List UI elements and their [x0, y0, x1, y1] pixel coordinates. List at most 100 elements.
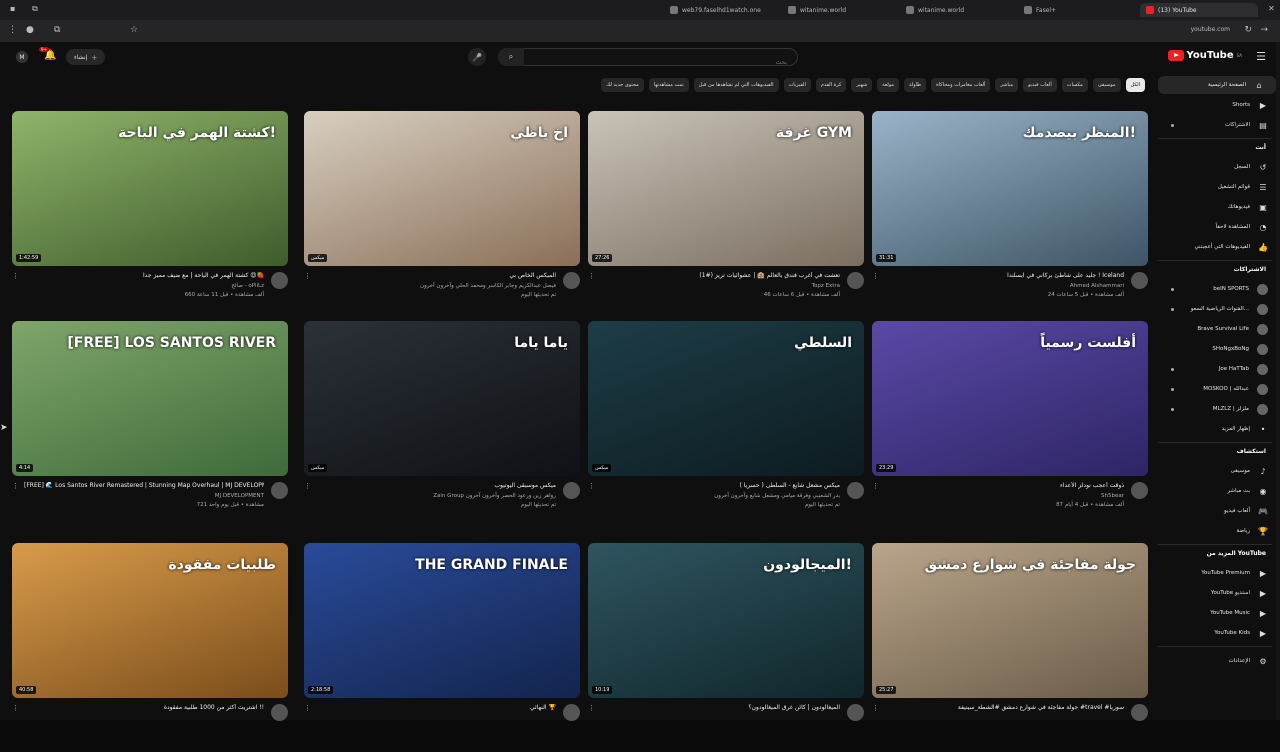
video-card[interactable]: طلبيات مفقودة 40:58 اشتريت أكثر من 1000 طل…: [12, 543, 288, 752]
more-actions-icon[interactable]: ⋮: [588, 704, 595, 712]
video-thumbnail[interactable]: طلبيات مفقودة 40:58: [12, 543, 288, 698]
video-card[interactable]: جولة مفاجئة في شوارع دمشق 25:27 جولة مفاجئ…: [872, 543, 1148, 752]
video-title[interactable]: ذوقت أعجب نودلز الأعداء: [884, 482, 1124, 489]
channel-name[interactable]: Ahmed Alshammari: [1070, 283, 1124, 289]
more-actions-icon[interactable]: ⋮: [304, 482, 311, 490]
more-actions-icon[interactable]: ⋮: [588, 482, 595, 490]
channel-name[interactable]: MJ DEVELOPMENT: [215, 493, 264, 499]
sidebar-item[interactable]: YouTube استديو ▶: [1155, 584, 1280, 602]
sidebar-item[interactable]: موسيقى ♪: [1155, 462, 1280, 480]
sidebar-item[interactable]: الصفحة الرئيسية ⌂: [1158, 76, 1276, 94]
sidebar-item[interactable]: YouTube Kids ▶: [1155, 624, 1280, 642]
tab-witanime-1[interactable]: witanime.world: [782, 3, 892, 17]
extensions-icon[interactable]: ⧉: [54, 25, 60, 35]
video-title[interactable]: ميكس مشعل شايع - السلطى ( حسرياً ): [600, 482, 840, 489]
more-actions-icon[interactable]: ⋮: [12, 704, 19, 712]
channel-avatar[interactable]: [1131, 482, 1148, 499]
video-card[interactable]: THE GRAND FINALE 2:18:58 النهائي 🏆 ⋮: [304, 543, 580, 752]
video-thumbnail[interactable]: ياما ياما ميكس: [304, 321, 580, 476]
channel-avatar[interactable]: [847, 482, 864, 499]
channel-avatar[interactable]: [563, 704, 580, 721]
video-title[interactable]: الميغالودون | كائن غرق الميغالودون؟: [600, 704, 840, 711]
video-thumbnail[interactable]: جولة مفاجئة في شوارع دمشق 25:27: [872, 543, 1148, 698]
video-card[interactable]: المنظر بيصدمك! 31:31 جليد على شاطئ بركاني …: [872, 111, 1148, 320]
guide-menu-icon[interactable]: ☰: [1256, 50, 1266, 63]
channel-name[interactable]: بدر الشعيبي وفرقة ميامي ومشعل شايع وآخرو…: [714, 493, 840, 499]
sidebar-item[interactable]: المشاهدة لاحقاً ◔: [1155, 218, 1280, 236]
channel-name[interactable]: Sh5bear: [1101, 493, 1124, 499]
sidebar-item[interactable]: MLZLZ | ملزلز: [1155, 400, 1280, 418]
sidebar-section-heading[interactable]: المزيد من YouTube: [1207, 550, 1266, 557]
filter-chip[interactable]: ألعاب مغامرات ومحاكاة: [931, 78, 991, 92]
video-card[interactable]: الميجالودون! 10:19 الميغالودون | كائن غرق …: [588, 543, 864, 752]
filter-chip[interactable]: موسيقى: [1092, 78, 1121, 92]
sidebar-item[interactable]: بث مباشر ◉: [1155, 482, 1280, 500]
video-title[interactable]: الميكس الخاص بي: [316, 272, 556, 279]
filter-chip[interactable]: شهير: [851, 78, 873, 92]
filter-chip[interactable]: كرة القدم: [815, 78, 847, 92]
channel-avatar[interactable]: [847, 272, 864, 289]
profile-icon[interactable]: ●: [26, 25, 34, 35]
video-title[interactable]: ميكس موسيقى اليوتيوب: [316, 482, 556, 489]
sidebar-section-heading[interactable]: الاشتراكات: [1234, 266, 1266, 273]
voice-search-mic-icon[interactable]: 🎤: [468, 48, 486, 66]
video-card[interactable]: اخ ياظي ميكس الميكس الخاص بي فيصل عبدالكريم…: [304, 111, 580, 320]
channel-avatar[interactable]: [563, 272, 580, 289]
video-title[interactable]: جولة مفاجئة في شوارع دمشق #الشطة_سينيفة …: [884, 704, 1124, 711]
more-actions-icon[interactable]: ⋮: [872, 704, 879, 712]
more-actions-icon[interactable]: ⋮: [12, 272, 19, 280]
close-window-icon[interactable]: ✕: [1268, 4, 1275, 13]
sidebar-section-heading[interactable]: أنت: [1255, 144, 1266, 151]
video-title[interactable]: النهائي 🏆: [316, 704, 556, 711]
filter-chip[interactable]: مكسات: [1061, 78, 1088, 92]
video-card[interactable]: ياما ياما ميكس ميكس موسيقى اليوتيوب Zain Gr…: [304, 321, 580, 530]
filter-chip[interactable]: الكل: [1125, 78, 1145, 92]
tab-faselhd[interactable]: web79.faselhd1watch.one: [664, 3, 774, 17]
filter-chip[interactable]: تمت مشاهدتها: [648, 78, 689, 92]
channel-name[interactable]: Zain Group رواهر زين ورعود الحصر وآخرون …: [433, 493, 556, 499]
sidebar-item[interactable]: الاشتراكات ▤: [1155, 116, 1280, 134]
tab-witanime-2[interactable]: witanime.world: [900, 3, 1010, 17]
filter-chip[interactable]: طاولة: [904, 78, 927, 92]
sidebar-item[interactable]: القنوات الرياضية السعو...: [1155, 300, 1280, 318]
more-actions-icon[interactable]: ⋮: [872, 482, 879, 490]
video-title[interactable]: كشتة الهمر في الباحة | مع ضيف مميز جداً …: [24, 272, 264, 279]
channel-avatar[interactable]: [1131, 272, 1148, 289]
video-thumbnail[interactable]: THE GRAND FINALE 2:18:58: [304, 543, 580, 698]
bookmark-star-icon[interactable]: ☆: [130, 25, 138, 35]
channel-name[interactable]: صالح - oPiiLz: [231, 283, 264, 289]
video-card[interactable]: أفلست رسمياً 23:29 ذوقت أعجب نودلز الأعداء…: [872, 321, 1148, 530]
tab-fasel[interactable]: Fasel+: [1018, 3, 1128, 17]
more-actions-icon[interactable]: ⋮: [304, 704, 311, 712]
sidebar-item[interactable]: السجل ↺: [1155, 158, 1280, 176]
sidebar-item[interactable]: الإعدادات ⚙: [1155, 652, 1280, 670]
sidebar-item[interactable]: ألعاب فيديو 🎮: [1155, 502, 1280, 520]
tab-search-icon[interactable]: ⧉: [32, 4, 38, 14]
sidebar-section-heading[interactable]: استكشاف: [1237, 448, 1266, 455]
channel-avatar[interactable]: [563, 482, 580, 499]
channel-name[interactable]: Topz Extra: [812, 283, 840, 289]
sidebar-item[interactable]: beIN SPORTS: [1155, 280, 1280, 298]
notifications-bell-icon[interactable]: 🔔 9+: [39, 47, 56, 61]
more-actions-icon[interactable]: ⋮: [872, 272, 879, 280]
sidebar-item[interactable]: Shorts ▶: [1155, 96, 1280, 114]
sidebar-item[interactable]: قوائم التشغيل ☰: [1155, 178, 1280, 196]
video-thumbnail[interactable]: المنظر بيصدمك! 31:31: [872, 111, 1148, 266]
filter-chip[interactable]: ألعاب فيديو: [1023, 78, 1057, 92]
video-thumbnail[interactable]: الميجالودون! 10:19: [588, 543, 864, 698]
video-thumbnail[interactable]: كشتة الهمر في الباحة! 1:42:59: [12, 111, 288, 266]
video-title[interactable]: جليد على شاطئ بركاني في آيسلندا ! Icelan…: [884, 272, 1124, 279]
more-actions-icon[interactable]: ⋮: [12, 482, 19, 490]
channel-name[interactable]: فيصل عبدالكريم وجابر الكاسر ومحمد الحلي …: [420, 283, 556, 289]
video-card[interactable]: كشتة الهمر في الباحة! 1:42:59 كشتة الهمر ف…: [12, 111, 288, 320]
page-scrollbar[interactable]: [1276, 42, 1280, 720]
filter-chip[interactable]: مباشر: [995, 78, 1019, 92]
search-icon[interactable]: ⌕: [498, 48, 524, 66]
sidebar-item[interactable]: رياضة 🏆: [1155, 522, 1280, 540]
video-title[interactable]: اشتريت أكثر من 1000 طلبية مفقودة !!: [24, 704, 264, 711]
filter-chip[interactable]: محتوى جديد لك: [601, 78, 644, 92]
sidebar-item[interactable]: الفيديوهات التي أعجبتني 👍: [1155, 238, 1280, 256]
window-menu-icon[interactable]: ▪: [10, 4, 15, 13]
sidebar-item[interactable]: YouTube Premium ▶: [1155, 564, 1280, 582]
tab-youtube[interactable]: (13) YouTube: [1140, 3, 1258, 17]
